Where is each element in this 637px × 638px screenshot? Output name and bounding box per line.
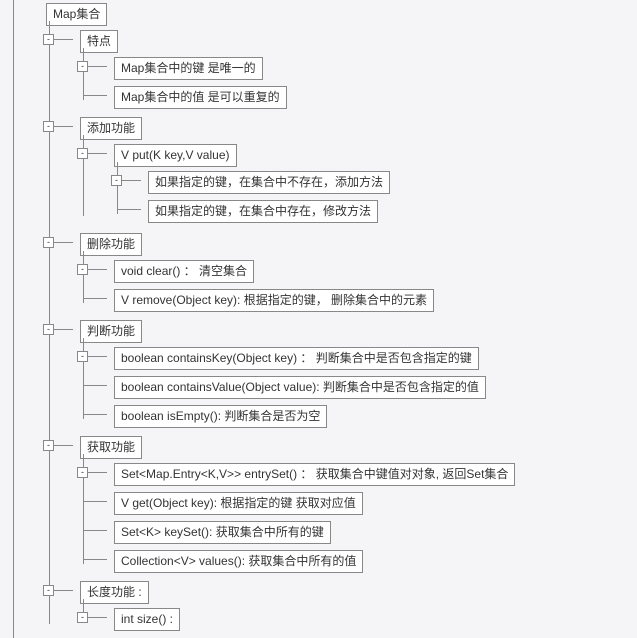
collapse-icon[interactable]: -: [77, 612, 88, 623]
root-node[interactable]: Map集合: [46, 3, 107, 26]
collapse-icon[interactable]: -: [111, 175, 122, 186]
leaf-node[interactable]: boolean containsValue(Object value): 判断集…: [114, 376, 486, 399]
leaf-node[interactable]: Map集合中的键 是唯一的: [114, 57, 263, 80]
collapse-icon[interactable]: -: [77, 264, 88, 275]
section-length[interactable]: 长度功能 :: [80, 581, 149, 604]
leaf-node[interactable]: Collection<V> values(): 获取集合中所有的值: [114, 550, 363, 573]
mindmap-root: Map集合 - 特点 - Map集合中的键 是唯一的 Map集合中的值 是可以重…: [30, 0, 637, 638]
leaf-node[interactable]: 如果指定的键，在集合中不存在，添加方法: [148, 171, 390, 194]
section-get[interactable]: 获取功能: [80, 436, 142, 459]
collapse-icon[interactable]: -: [43, 237, 54, 248]
leaf-node[interactable]: V remove(Object key): 根据指定的键， 删除集合中的元素: [114, 289, 434, 312]
collapse-icon[interactable]: -: [43, 324, 54, 335]
method-put[interactable]: V put(K key,V value): [114, 144, 237, 167]
leaf-node[interactable]: Map集合中的值 是可以重复的: [114, 86, 287, 109]
collapse-icon[interactable]: -: [77, 148, 88, 159]
leaf-node[interactable]: int size() :: [114, 608, 180, 631]
leaf-node[interactable]: 如果指定的键，在集合中存在，修改方法: [148, 200, 378, 223]
collapse-icon[interactable]: -: [43, 585, 54, 596]
collapse-icon[interactable]: -: [77, 351, 88, 362]
section-judge[interactable]: 判断功能: [80, 320, 142, 343]
leaf-node[interactable]: void clear() ： 清空集合: [114, 260, 254, 283]
collapse-icon[interactable]: -: [77, 61, 88, 72]
leaf-node[interactable]: Set<K> keySet(): 获取集合中所有的键: [114, 521, 331, 544]
leaf-node[interactable]: boolean isEmpty(): 判断集合是否为空: [114, 405, 327, 428]
collapse-icon[interactable]: -: [43, 34, 54, 45]
section-features[interactable]: 特点: [80, 30, 118, 53]
section-add[interactable]: 添加功能: [80, 117, 142, 140]
section-remove[interactable]: 删除功能: [80, 233, 142, 256]
page-left-track: [13, 0, 14, 638]
leaf-node[interactable]: Set<Map.Entry<K,V>> entrySet() ： 获取集合中键值…: [114, 463, 515, 486]
collapse-icon[interactable]: -: [43, 440, 54, 451]
leaf-node[interactable]: boolean containsKey(Object key) ： 判断集合中是…: [114, 347, 479, 370]
collapse-icon[interactable]: -: [77, 467, 88, 478]
leaf-node[interactable]: V get(Object key): 根据指定的键 获取对应值: [114, 492, 363, 515]
collapse-icon[interactable]: -: [43, 121, 54, 132]
